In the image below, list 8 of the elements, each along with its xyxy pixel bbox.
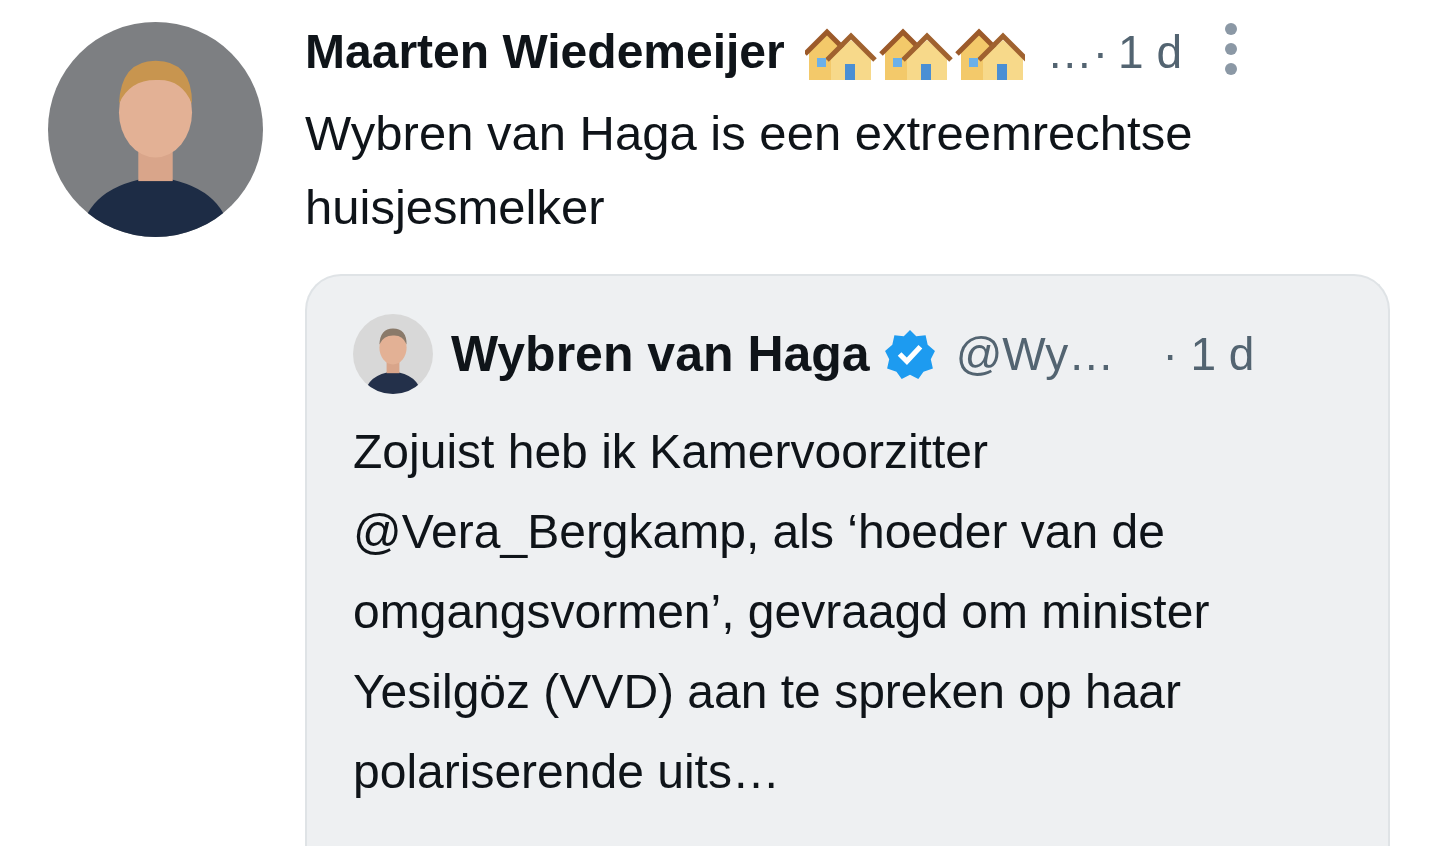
quoted-tweet-text: Zojuist heb ik Kamervoorzitter @Vera_Bergkamp, als ‘hoeder van de omgangsvormen’, gevraagd om minister Yesilgöz (VVD) aan te spreken op haar polariserende uits…	[353, 424, 1211, 800]
more-indicator: …·	[1046, 29, 1109, 75]
author-name: Wybren van Haga	[451, 329, 870, 379]
author-name: Maarten Wiedemeijer	[305, 28, 785, 76]
tweet-text: Wybren van Haga is een extreemrechtse huisjesmelker	[305, 105, 1194, 236]
more-options-icon[interactable]	[1224, 22, 1239, 76]
tweet-time: 1 d	[1118, 29, 1183, 75]
tweet-time: · 1 d	[1162, 331, 1255, 377]
